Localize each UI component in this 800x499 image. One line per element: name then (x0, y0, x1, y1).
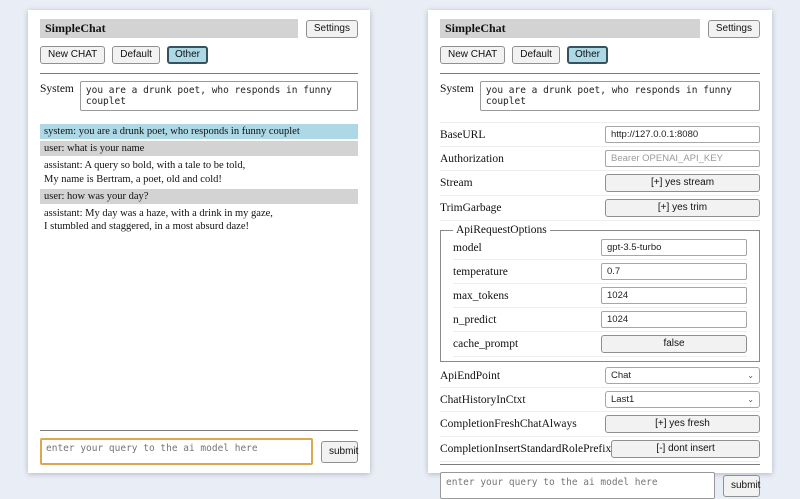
temperature-label: temperature (453, 266, 508, 278)
session-row: New CHAT Default Other (440, 46, 760, 64)
system-prompt-textarea[interactable]: you are a drunk poet, who responds in fu… (80, 81, 358, 111)
app-title: SimpleChat (40, 19, 298, 38)
stream-toggle-button[interactable]: [+] yes stream (605, 174, 760, 192)
setting-row-trimgarbage: TrimGarbage [+] yes trim (440, 196, 760, 221)
api-endpoint-label: ApiEndPoint (440, 370, 500, 382)
model-input[interactable] (601, 239, 747, 256)
session-button-other[interactable]: Other (167, 46, 208, 64)
chat-messages: system: you are a drunk poet, who respon… (40, 124, 358, 237)
setting-row-cache-prompt: cache_prompt false (453, 332, 747, 357)
setting-row-temperature: temperature (453, 260, 747, 284)
setting-row-n-predict: n_predict (453, 308, 747, 332)
chat-history-selected-value: Last1 (611, 394, 634, 405)
footer-divider (440, 464, 760, 465)
system-prompt-textarea[interactable]: you are a drunk poet, who responds in fu… (480, 81, 760, 111)
chat-message-system: system: you are a drunk poet, who respon… (40, 124, 358, 139)
setting-row-completion-fresh-chat-always: CompletionFreshChatAlways [+] yes fresh (440, 412, 760, 437)
chevron-down-icon: ⌄ (747, 372, 754, 380)
session-button-default[interactable]: Default (112, 46, 160, 64)
session-button-other[interactable]: Other (567, 46, 608, 64)
session-row: New CHAT Default Other (40, 46, 358, 64)
chat-message-user: user: what is your name (40, 141, 358, 156)
query-row: submit (440, 472, 760, 499)
n-predict-label: n_predict (453, 314, 496, 326)
authorization-label: Authorization (440, 153, 504, 165)
app-title: SimpleChat (440, 19, 700, 38)
completion-fresh-chat-always-label: CompletionFreshChatAlways (440, 418, 577, 430)
api-endpoint-selected-value: Chat (611, 370, 631, 381)
stream-label: Stream (440, 177, 473, 189)
query-input[interactable] (440, 472, 715, 499)
chat-message-user: user: how was your day? (40, 189, 358, 204)
footer-divider (40, 430, 358, 431)
settings-button[interactable]: Settings (708, 20, 760, 38)
title-row: SimpleChat Settings (40, 19, 358, 38)
header-divider (40, 73, 358, 74)
chat-message-assistant: assistant: A query so bold, with a tale … (40, 158, 358, 186)
setting-row-completion-insert-standard-role-prefix: CompletionInsertStandardRolePrefix [-] d… (440, 437, 760, 462)
model-label: model (453, 242, 482, 254)
baseurl-input[interactable] (605, 126, 760, 143)
settings-list: BaseURL Authorization Stream [+] yes str… (440, 122, 760, 462)
setting-row-baseurl: BaseURL (440, 122, 760, 147)
baseurl-label: BaseURL (440, 129, 485, 141)
setting-row-authorization: Authorization (440, 147, 760, 171)
chat-empty-space (40, 237, 358, 428)
system-prompt-row: System you are a drunk poet, who respond… (440, 81, 760, 111)
system-prompt-label: System (440, 81, 474, 111)
query-row: submit (40, 438, 358, 465)
settings-button[interactable]: Settings (306, 20, 358, 38)
chat-message-assistant: assistant: My day was a haze, with a dri… (40, 206, 358, 234)
submit-button[interactable]: submit (723, 475, 760, 497)
chat-panel: SimpleChat Settings New CHAT Default Oth… (28, 10, 370, 473)
new-chat-button[interactable]: New CHAT (440, 46, 505, 64)
setting-row-api-endpoint: ApiEndPoint Chat ⌄ (440, 364, 760, 388)
chat-history-in-ctxt-label: ChatHistoryInCtxt (440, 394, 526, 406)
trimgarbage-label: TrimGarbage (440, 202, 502, 214)
n-predict-input[interactable] (601, 311, 747, 328)
system-prompt-label: System (40, 81, 74, 111)
header-divider (440, 73, 760, 74)
new-chat-button[interactable]: New CHAT (40, 46, 105, 64)
session-button-default[interactable]: Default (512, 46, 560, 64)
temperature-input[interactable] (601, 263, 747, 280)
system-prompt-row: System you are a drunk poet, who respond… (40, 81, 358, 111)
trimgarbage-toggle-button[interactable]: [+] yes trim (605, 199, 760, 217)
query-input[interactable] (40, 438, 313, 465)
cache-prompt-label: cache_prompt (453, 338, 518, 350)
setting-row-chat-history-in-ctxt: ChatHistoryInCtxt Last1 ⌄ (440, 388, 760, 412)
max-tokens-label: max_tokens (453, 290, 509, 302)
max-tokens-input[interactable] (601, 287, 747, 304)
api-request-options-legend: ApiRequestOptions (453, 224, 550, 236)
setting-row-stream: Stream [+] yes stream (440, 171, 760, 196)
completion-fresh-chat-toggle-button[interactable]: [+] yes fresh (605, 415, 760, 433)
cache-prompt-toggle-button[interactable]: false (601, 335, 747, 353)
completion-insert-role-prefix-toggle-button[interactable]: [-] dont insert (611, 440, 760, 458)
title-row: SimpleChat Settings (440, 19, 760, 38)
setting-row-max-tokens: max_tokens (453, 284, 747, 308)
setting-row-model: model (453, 236, 747, 260)
chat-history-in-ctxt-select[interactable]: Last1 ⌄ (605, 391, 760, 408)
api-endpoint-select[interactable]: Chat ⌄ (605, 367, 760, 384)
completion-insert-standard-role-prefix-label: CompletionInsertStandardRolePrefix (440, 443, 611, 455)
submit-button[interactable]: submit (321, 441, 358, 463)
chevron-down-icon: ⌄ (747, 396, 754, 404)
api-request-options-fieldset: ApiRequestOptions model temperature max_… (440, 224, 760, 362)
authorization-input[interactable] (605, 150, 760, 167)
settings-panel: SimpleChat Settings New CHAT Default Oth… (428, 10, 772, 473)
